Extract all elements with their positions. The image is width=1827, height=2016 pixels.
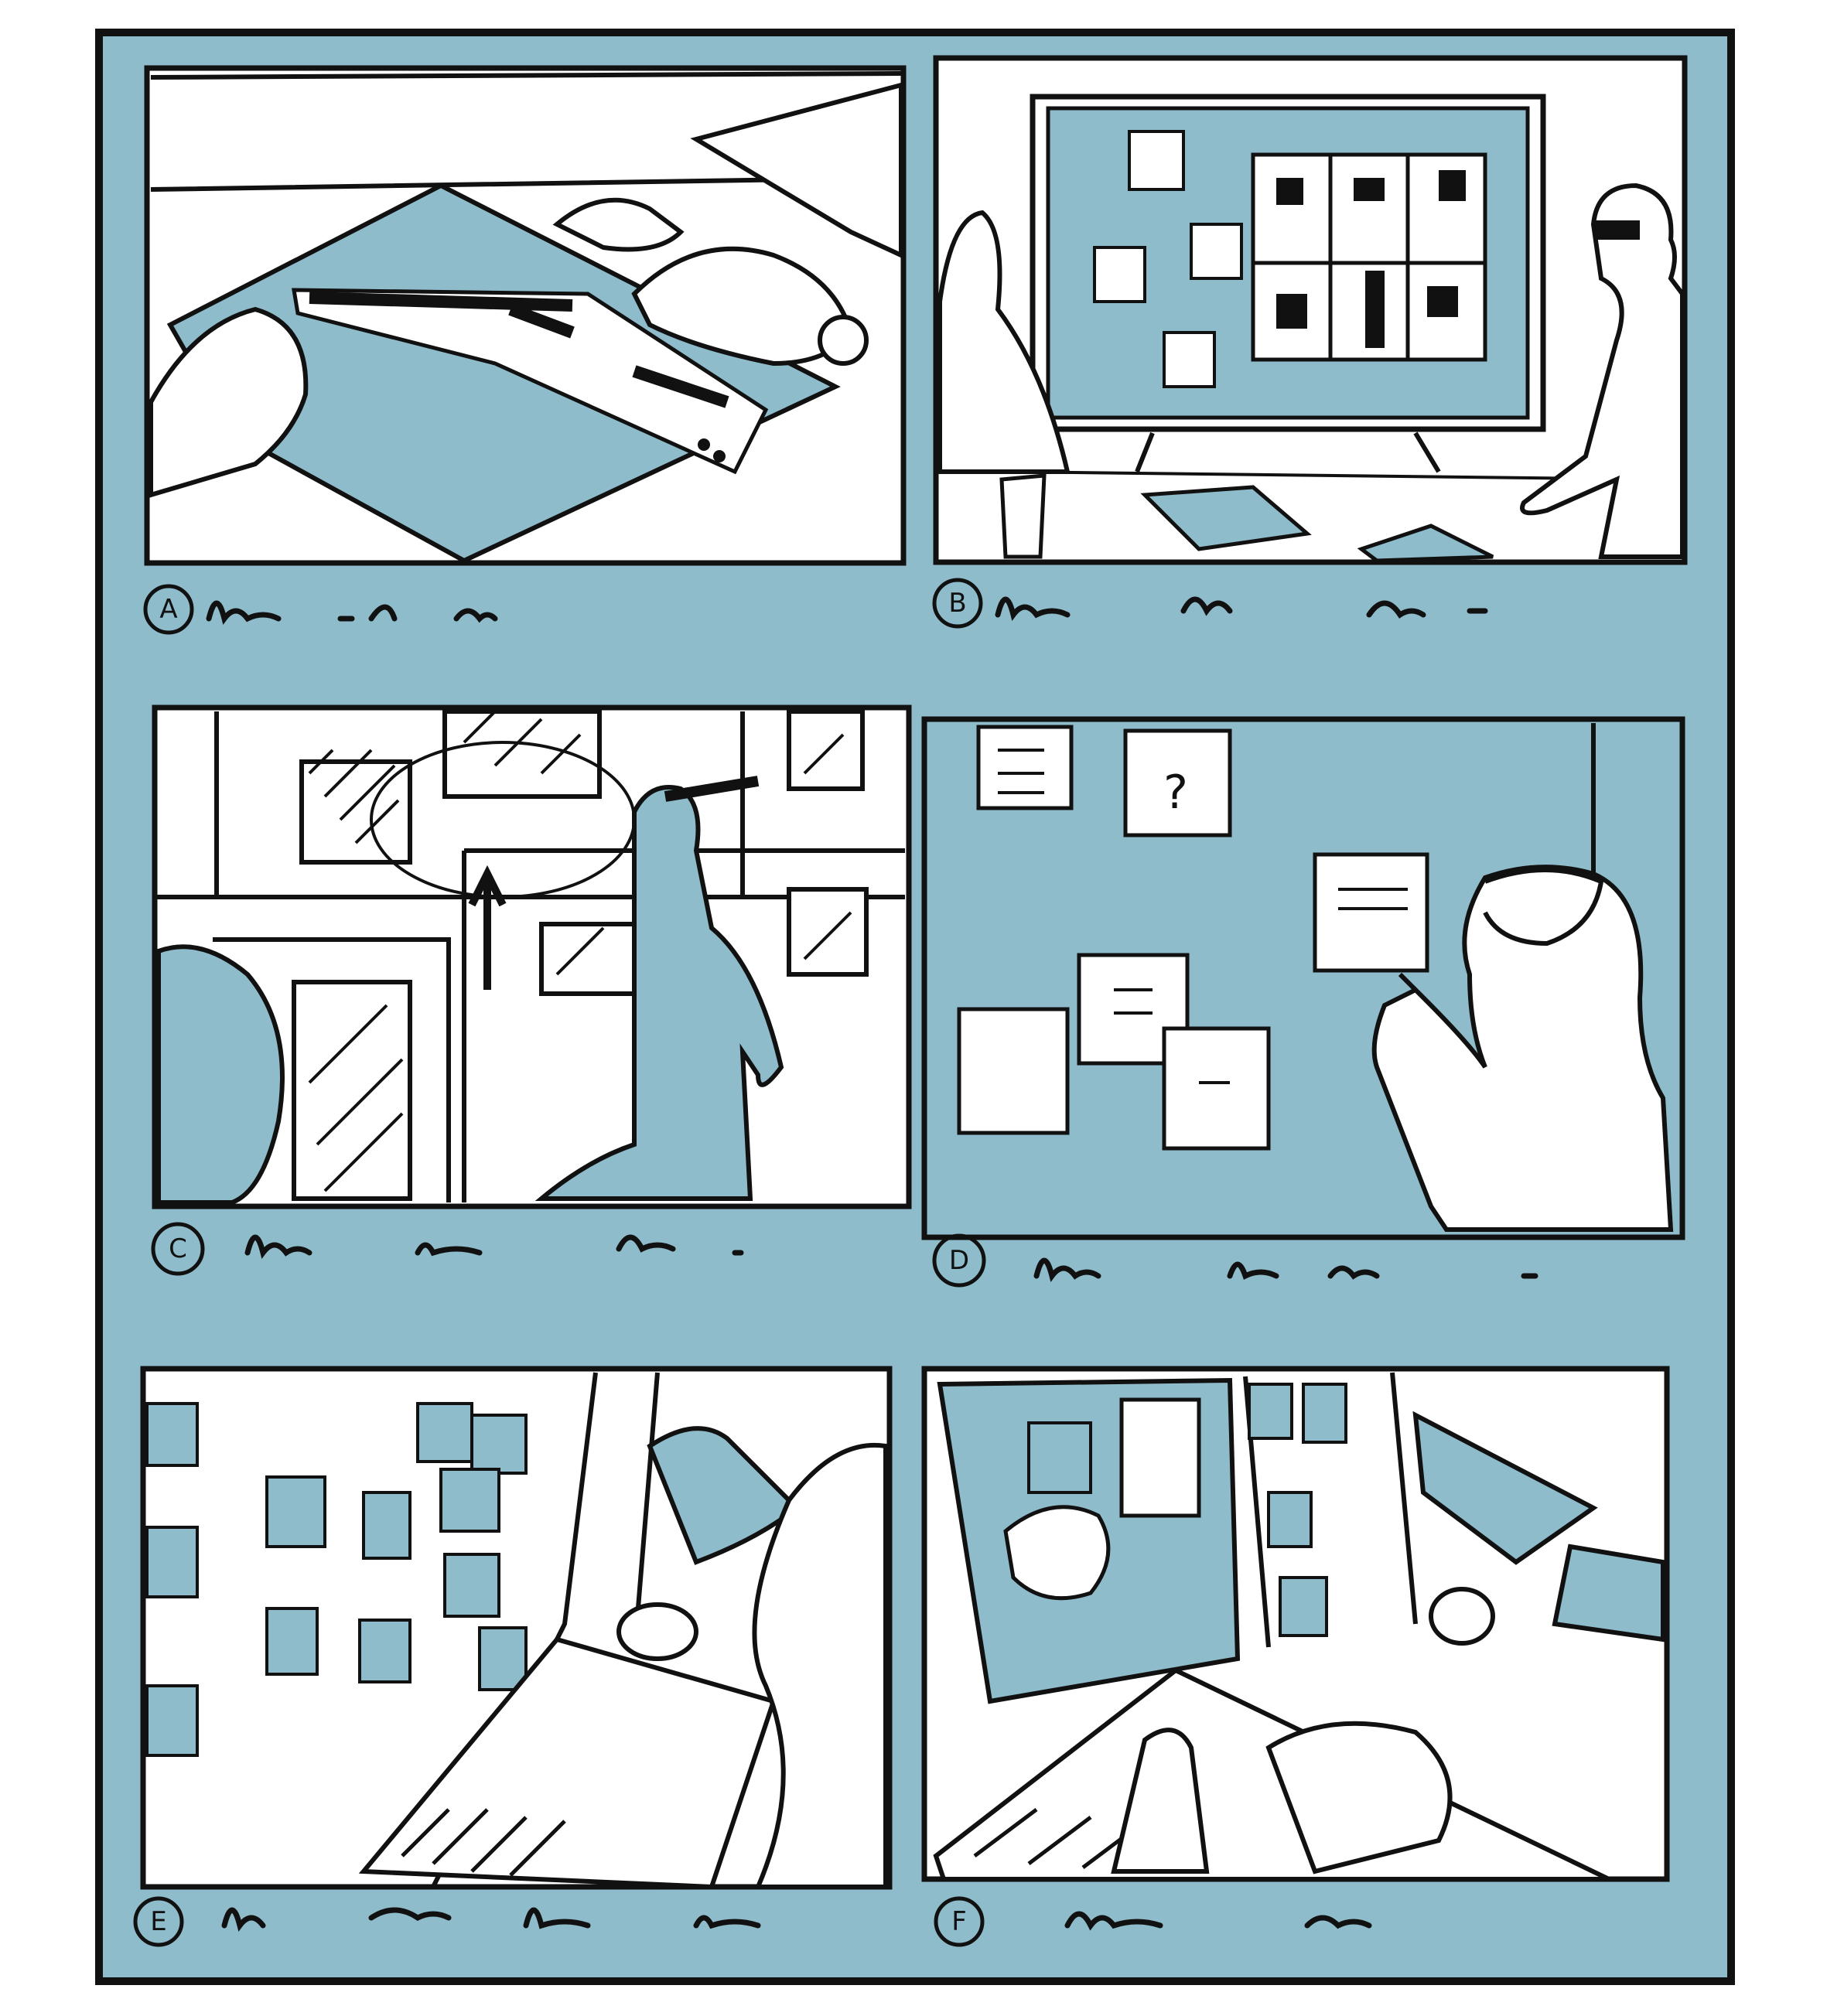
svg-text:?: ?: [1163, 766, 1188, 820]
panel-label-d: D: [948, 1245, 970, 1276]
panel-label-b: B: [948, 588, 967, 619]
panel-label-e: E: [150, 1906, 167, 1937]
panel-label-a: A: [159, 594, 178, 625]
panel-label-f: F: [951, 1906, 967, 1937]
panel-c: [152, 704, 912, 1209]
cup: [999, 473, 1047, 559]
panel-a: [144, 65, 907, 566]
panel-b: [933, 55, 1688, 565]
panel-e: [140, 1366, 893, 1890]
panel-label-c: C: [169, 1233, 187, 1264]
mouse: [616, 1602, 698, 1661]
panel-f: [921, 1366, 1670, 1882]
storyboard-sheet: ?: [95, 29, 1735, 1985]
panel-d: ?: [921, 716, 1685, 1240]
